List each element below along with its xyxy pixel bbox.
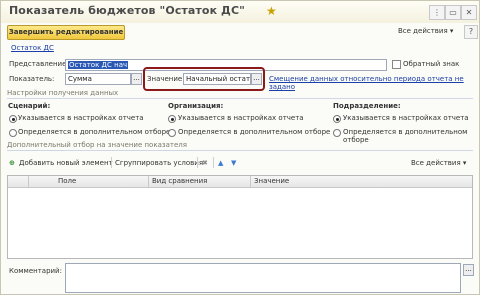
favorite-star-icon[interactable]: ★ <box>266 5 278 17</box>
filter-all-actions-menu[interactable]: Все действия ▾ <box>411 157 466 169</box>
scenario-radio-report[interactable] <box>9 115 17 123</box>
reverse-sign-checkbox[interactable] <box>392 60 401 69</box>
close-icon[interactable]: ✕ <box>461 5 477 20</box>
scenario-header: Сценарий: <box>8 102 51 110</box>
title-bar: Показатель бюджетов "Остаток ДС" ★ ⋮ ▭ ✕ <box>1 1 479 23</box>
maximize-icon[interactable]: ▭ <box>445 5 461 20</box>
command-bar: Завершить редактирование Все действия ▾ … <box>1 23 479 41</box>
filter-table[interactable]: Поле Вид сравнения Значение <box>7 175 473 259</box>
scenario-option-report: Указывается в настройках отчета <box>18 114 144 122</box>
column-divider <box>28 176 29 187</box>
help-button[interactable]: ? <box>464 25 478 39</box>
column-field[interactable]: Поле <box>58 177 76 185</box>
comment-input[interactable] <box>65 263 461 293</box>
organization-option-filter: Определяется в дополнительном отборе <box>178 128 331 136</box>
indicator-input[interactable]: Сумма <box>65 73 131 85</box>
toolbar-divider <box>111 157 112 168</box>
department-header: Подразделение: <box>333 102 401 110</box>
window-title: Показатель бюджетов "Остаток ДС" <box>9 4 245 17</box>
move-down-icon[interactable]: ▼ <box>231 157 236 169</box>
organization-radio-report[interactable] <box>168 115 176 123</box>
group-conditions-button[interactable]: Сгруппировать условия <box>115 157 203 169</box>
delete-icon[interactable]: ✖ <box>202 157 208 169</box>
representation-value: Остаток ДС нач <box>68 61 129 69</box>
indicator-select-button[interactable]: ... <box>131 73 142 85</box>
column-value[interactable]: Значение <box>254 177 289 185</box>
budget-indicator-window: Показатель бюджетов "Остаток ДС" ★ ⋮ ▭ ✕… <box>0 0 480 295</box>
department-radio-report[interactable] <box>333 115 341 123</box>
toolbar-divider <box>197 157 198 168</box>
column-divider <box>250 176 251 187</box>
filter-toolbar: ⊕ Добавить новый элемент Сгруппировать у… <box>7 156 473 170</box>
toolbar-divider <box>213 157 214 168</box>
all-actions-menu[interactable]: Все действия ▾ <box>398 27 453 35</box>
balance-link[interactable]: Остаток ДС <box>11 44 54 52</box>
scenario-radio-filter[interactable] <box>9 129 17 137</box>
reverse-sign-label: Обратный знак <box>403 60 460 68</box>
move-up-icon[interactable]: ▲ <box>218 157 223 169</box>
organization-option-report: Указывается в настройках отчета <box>178 114 304 122</box>
finish-editing-button[interactable]: Завершить редактирование <box>7 25 125 40</box>
column-divider <box>148 176 149 187</box>
column-comparison[interactable]: Вид сравнения <box>152 177 207 185</box>
additional-filter-section: Дополнительный отбор на значение показат… <box>7 141 473 151</box>
indicator-label: Показатель: <box>9 75 55 83</box>
scenario-option-filter: Определяется в дополнительном отборе <box>18 128 171 136</box>
table-header: Поле Вид сравнения Значение <box>8 176 472 188</box>
value-highlight-frame <box>143 67 265 91</box>
add-icon: ⊕ <box>9 159 15 167</box>
department-option-report: Указывается в настройках отчета <box>343 114 469 122</box>
representation-label: Представление: <box>9 60 69 68</box>
comment-label: Комментарий: <box>9 267 62 275</box>
add-element-button[interactable]: Добавить новый элемент <box>19 157 113 169</box>
more-icon[interactable]: ⋮ <box>429 5 445 20</box>
receive-settings-section: Настройки получения данных <box>7 89 473 99</box>
organization-radio-filter[interactable] <box>168 129 176 137</box>
comment-expand-button[interactable]: ... <box>463 264 474 276</box>
organization-header: Организация: <box>168 102 224 110</box>
department-radio-filter[interactable] <box>333 129 341 137</box>
